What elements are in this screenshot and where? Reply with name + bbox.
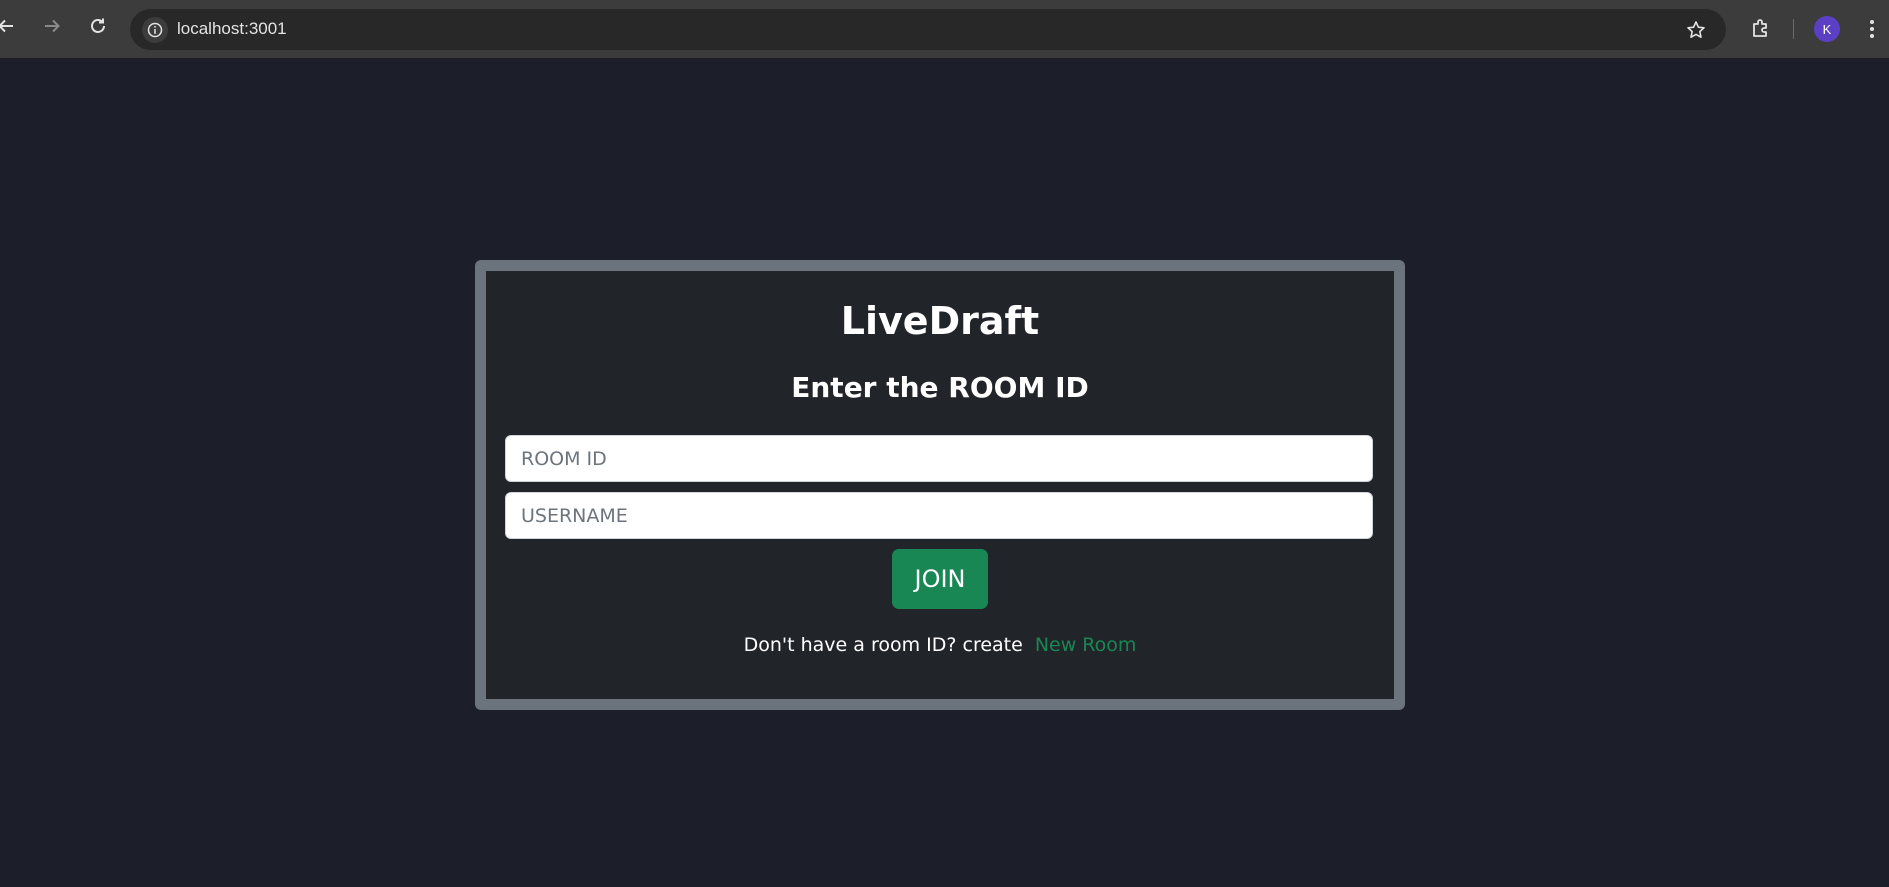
kebab-menu-icon[interactable]	[1862, 16, 1882, 42]
forward-button[interactable]	[38, 14, 66, 42]
app-title: LiveDraft	[840, 299, 1040, 343]
form-heading: Enter the ROOM ID	[791, 371, 1089, 404]
url-text[interactable]: localhost:3001	[177, 19, 287, 39]
new-room-link[interactable]: New Room	[1035, 634, 1137, 656]
arrow-left-icon	[0, 16, 15, 40]
browser-toolbar: localhost:3001 K	[0, 0, 1889, 58]
info-icon[interactable]	[142, 17, 168, 43]
profile-avatar[interactable]: K	[1814, 16, 1840, 42]
arrow-right-icon	[43, 16, 61, 40]
address-bar[interactable]: localhost:3001	[130, 9, 1726, 50]
reload-button[interactable]	[84, 14, 112, 42]
puzzle-icon[interactable]	[1748, 16, 1774, 42]
join-button[interactable]: JOIN	[892, 549, 988, 609]
back-button[interactable]	[0, 14, 20, 42]
username-input[interactable]	[505, 492, 1373, 539]
create-room-prompt: Don't have a room ID? create New Room	[486, 634, 1394, 656]
toolbar-divider	[1793, 19, 1794, 39]
create-room-text: Don't have a room ID? create	[743, 634, 1023, 656]
reload-icon	[89, 16, 107, 40]
room-id-input[interactable]	[505, 435, 1373, 482]
star-icon[interactable]	[1684, 18, 1708, 42]
join-card-frame: LiveDraft Enter the ROOM ID JOIN Don't h…	[475, 260, 1405, 710]
join-card: LiveDraft Enter the ROOM ID JOIN Don't h…	[486, 271, 1394, 699]
